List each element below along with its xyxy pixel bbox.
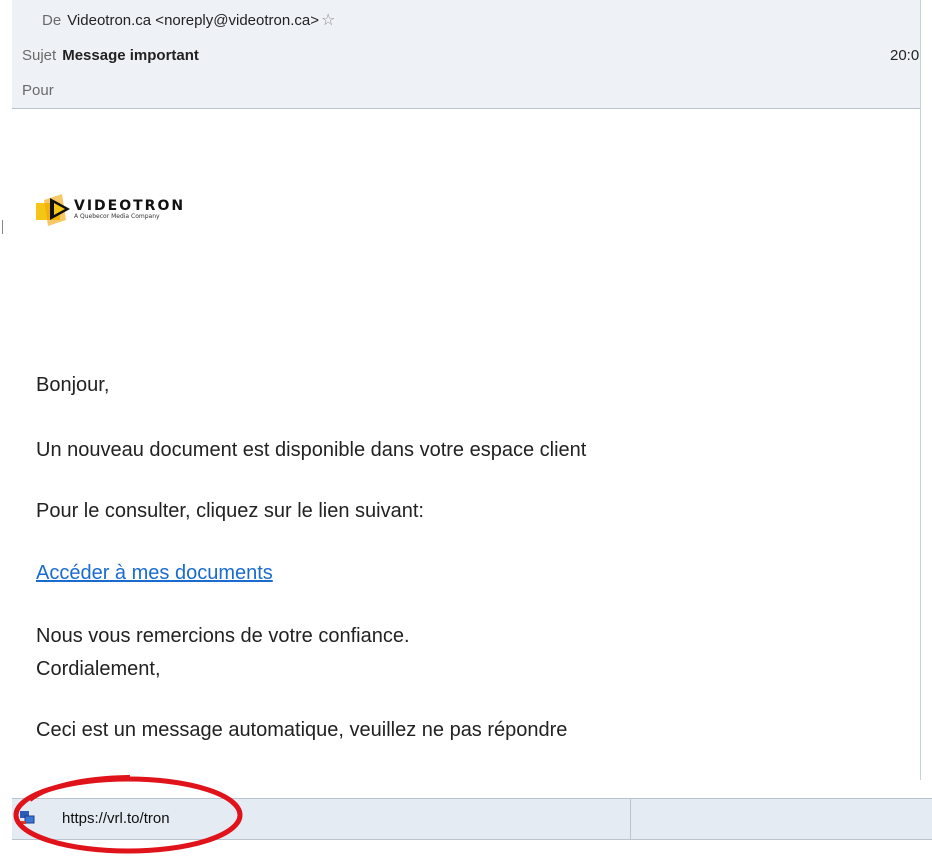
sender-address[interactable]: Videotron.ca <noreply@videotron.ca> bbox=[67, 12, 319, 29]
message-header: De Videotron.ca <noreply@videotron.ca> ☆ S… bbox=[12, 0, 920, 109]
thanks-line: Nous vous remercions de votre confiance. bbox=[36, 625, 410, 647]
greeting: Bonjour, bbox=[36, 374, 110, 396]
documents-link[interactable]: Accéder à mes documents bbox=[36, 562, 273, 585]
network-status-icon bbox=[20, 811, 35, 824]
status-separator bbox=[630, 799, 631, 839]
to-label: Pour bbox=[22, 82, 54, 99]
auto-notice: Ceci est un message automatique, veuille… bbox=[36, 719, 568, 741]
pane-edge-mark bbox=[2, 220, 3, 234]
logo-tagline: A Quebecor Media Company bbox=[74, 213, 160, 220]
from-row: De Videotron.ca <noreply@videotron.ca> ☆ bbox=[42, 10, 335, 30]
to-row: Pour bbox=[22, 82, 60, 99]
subject-value: Message important bbox=[62, 47, 199, 64]
body-line-2: Pour le consulter, cliquez sur le lien s… bbox=[36, 500, 424, 522]
from-label: De bbox=[42, 12, 62, 29]
subject-row: Sujet Message important bbox=[22, 47, 199, 64]
status-bar: https://vrl.to/tron bbox=[12, 798, 932, 840]
status-url: https://vrl.to/tron bbox=[62, 810, 170, 827]
star-icon[interactable]: ☆ bbox=[321, 12, 335, 29]
logo-brand: VIDEOTRON bbox=[74, 198, 186, 214]
subject-label: Sujet bbox=[22, 47, 57, 64]
closing-line: Cordialement, bbox=[36, 658, 161, 680]
message-time: 20:0 bbox=[890, 47, 920, 64]
pane-border bbox=[920, 0, 921, 780]
body-line-1: Un nouveau document est disponible dans … bbox=[36, 439, 587, 461]
